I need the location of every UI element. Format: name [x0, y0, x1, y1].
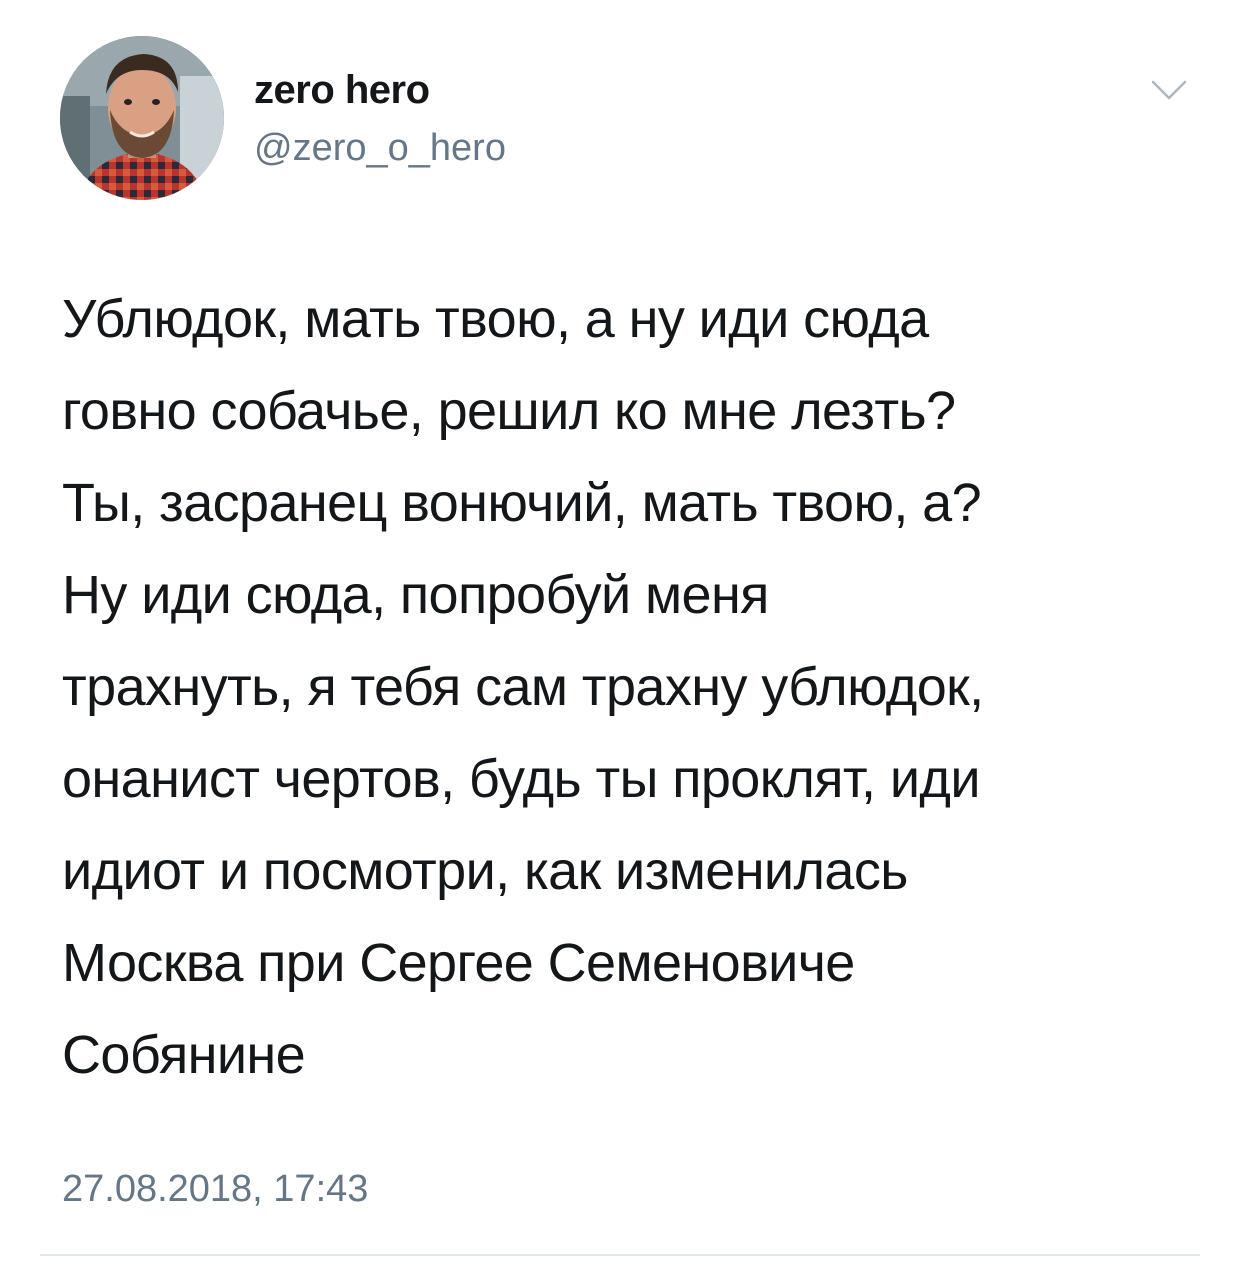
tweet-text-line: Ты, засранец вонючий, мать твою, а?: [62, 473, 982, 533]
divider: [40, 1254, 1200, 1256]
tweet-text: Ублюдок, мать твою, а ну иди сюда говно …: [62, 273, 1192, 1101]
chevron-down-icon[interactable]: [1150, 78, 1188, 104]
tweet-text-line: Собянине: [62, 1025, 306, 1085]
tweet-text-line: Ублюдок, мать твою, а ну иди сюда: [62, 289, 929, 349]
tweet-text-line: идиот и посмотри, как изменилась: [62, 841, 908, 901]
tweet-text-line: онанист чертов, будь ты проклят, иди: [62, 749, 980, 809]
tweet-card: zero hero @zero_o_hero Ублюдок, мать тво…: [0, 0, 1242, 1269]
tweet-text-line: Москва при Сергее Семеновиче: [62, 933, 855, 993]
tweet-text-line: говно собачье, решил ко мне лезть?: [62, 381, 956, 441]
avatar[interactable]: [60, 36, 224, 200]
tweet-timestamp[interactable]: 27.08.2018, 17:43: [62, 1166, 368, 1212]
tweet-text-line: трахнуть, я тебя сам трахну ублюдок,: [62, 657, 984, 717]
author-display-name[interactable]: zero hero: [254, 66, 430, 114]
avatar-image: [60, 36, 224, 200]
tweet-text-line: Ну иди сюда, попробуй меня: [62, 565, 769, 625]
author-handle[interactable]: @zero_o_hero: [254, 125, 506, 171]
